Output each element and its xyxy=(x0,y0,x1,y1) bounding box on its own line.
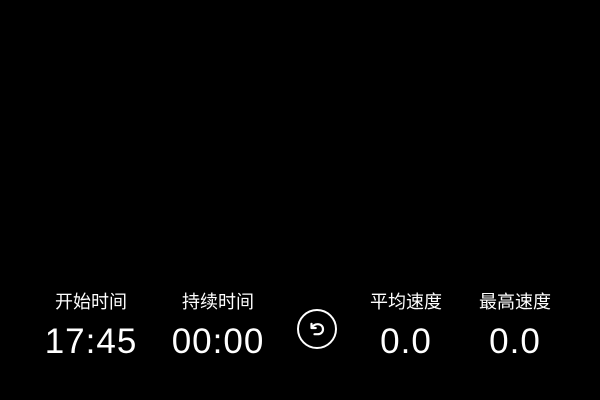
start-time-stat: 开始时间 17:45 xyxy=(31,290,151,362)
trip-stats-screen: 开始时间 17:45 持续时间 00:00 平均速度 0.0 最高速度 0.0 xyxy=(0,0,600,400)
average-speed-stat: 平均速度 0.0 xyxy=(346,290,466,362)
average-speed-label: 平均速度 xyxy=(370,292,442,313)
duration-stat: 持续时间 00:00 xyxy=(158,290,278,362)
max-speed-value: 0.0 xyxy=(489,322,541,361)
max-speed-label: 最高速度 xyxy=(479,292,551,313)
duration-value: 00:00 xyxy=(171,322,265,361)
reset-button[interactable] xyxy=(297,309,337,349)
start-time-label: 开始时间 xyxy=(55,292,127,313)
start-time-value: 17:45 xyxy=(44,322,138,361)
max-speed-stat: 最高速度 0.0 xyxy=(455,290,575,362)
duration-label: 持续时间 xyxy=(182,292,254,313)
average-speed-value: 0.0 xyxy=(380,322,432,361)
undo-icon xyxy=(310,322,325,336)
